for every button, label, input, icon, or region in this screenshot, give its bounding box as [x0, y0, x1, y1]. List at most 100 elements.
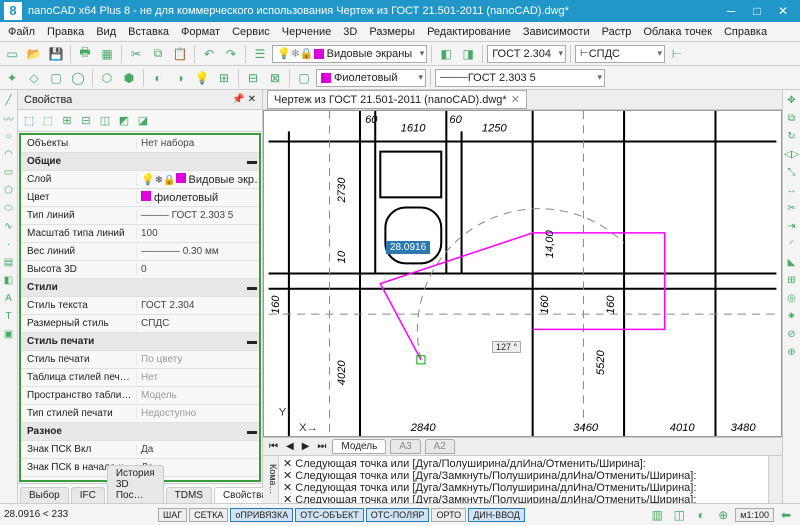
lt-poly-icon[interactable]: ⬠ [1, 182, 17, 198]
prop-lscale-val[interactable]: 100 [136, 228, 259, 239]
prop-lweight-val[interactable]: ––––––– 0.30 мм [136, 246, 259, 257]
sec-styles[interactable]: Стили [21, 282, 245, 293]
copy-icon[interactable]: ⧉ [148, 44, 168, 64]
prop-ucs1-val[interactable]: Да [136, 444, 259, 455]
prop-ptable-val[interactable]: Нет [136, 372, 259, 383]
print-icon[interactable]: 🖶 [75, 44, 95, 64]
lt-spline-icon[interactable]: ∿ [1, 218, 17, 234]
t2-i-icon[interactable]: 💡 [192, 68, 212, 88]
status-i4-icon[interactable]: ⊕ [713, 505, 733, 525]
rt-join-icon[interactable]: ⊕ [784, 344, 800, 360]
paste-icon[interactable]: 📋 [170, 44, 190, 64]
lt-text-icon[interactable]: A [1, 290, 17, 306]
t2-a-icon[interactable]: ✦ [2, 68, 22, 88]
collapse-icon[interactable]: ▬ [245, 156, 259, 167]
tool-b-icon[interactable]: ◨ [458, 44, 478, 64]
menu-dimensions[interactable]: Размеры [363, 24, 421, 40]
sec-general[interactable]: Общие [21, 156, 245, 167]
color-swatch-icon[interactable]: ▢ [294, 68, 314, 88]
document-tab[interactable]: Чертеж из ГОСТ 21.501-2011 (nanoCAD).dwg… [267, 90, 527, 109]
lt-region-icon[interactable]: ◧ [1, 272, 17, 288]
pi-1-icon[interactable]: ⬚ [20, 112, 38, 130]
menu-format[interactable]: Формат [175, 24, 226, 40]
rt-stretch-icon[interactable]: ↔ [784, 182, 800, 198]
t2-d-icon[interactable]: ◯ [68, 68, 88, 88]
dim-icon[interactable]: ⊢ [667, 44, 687, 64]
t2-f-icon[interactable]: ⬢ [119, 68, 139, 88]
prop-ltype-val[interactable]: ––––– ГОСТ 2.303 5 [136, 210, 259, 221]
save-icon[interactable]: 💾 [46, 44, 66, 64]
lt-circle-icon[interactable]: ○ [1, 128, 17, 144]
osnap-button[interactable]: оПРИВЯЗКА [230, 508, 293, 522]
rt-trim-icon[interactable]: ✂ [784, 200, 800, 216]
redo-icon[interactable]: ↷ [221, 44, 241, 64]
lt-pline-icon[interactable]: 〰 [1, 110, 17, 126]
rt-move-icon[interactable]: ✥ [784, 92, 800, 108]
tool-a-icon[interactable]: ◧ [436, 44, 456, 64]
rt-extend-icon[interactable]: ⇥ [784, 218, 800, 234]
menu-edit[interactable]: Правка [41, 24, 90, 40]
prop-dstyle-val[interactable]: СПДС [136, 318, 259, 329]
minimize-button[interactable]: ─ [718, 2, 744, 20]
close-button[interactable]: ✕ [770, 2, 796, 20]
menu-view[interactable]: Вид [90, 24, 122, 40]
undo-icon[interactable]: ↶ [199, 44, 219, 64]
t2-c-icon[interactable]: ▢ [46, 68, 66, 88]
lt-point-icon[interactable]: · [1, 236, 17, 252]
pi-3-icon[interactable]: ⊞ [58, 112, 76, 130]
rt-offset-icon[interactable]: ◎ [784, 290, 800, 306]
snap-grid-button[interactable]: СЕТКА [189, 508, 228, 522]
menu-raster[interactable]: Растр [596, 24, 638, 40]
layer-icon[interactable]: ☰ [250, 44, 270, 64]
rt-explode-icon[interactable]: ✷ [784, 308, 800, 324]
close-tab-icon[interactable]: ✕ [511, 93, 520, 106]
pi-5-icon[interactable]: ◫ [96, 112, 114, 130]
t2-e-icon[interactable]: ⬡ [97, 68, 117, 88]
lt-rect-icon[interactable]: ▭ [1, 164, 17, 180]
status-i5-icon[interactable]: ⬅ [776, 505, 796, 525]
status-i1-icon[interactable]: ▥ [647, 505, 667, 525]
collapse-icon[interactable]: ▬ [245, 282, 259, 293]
dimstyle-combo[interactable]: ⊢СПДС [575, 45, 665, 63]
lt-block-icon[interactable]: ▣ [1, 326, 17, 342]
lt-arc-icon[interactable]: ◠ [1, 146, 17, 162]
otrack-polar-button[interactable]: ОТС-ПОЛЯР [366, 508, 430, 522]
prop-ptype-val[interactable]: Недоступно [136, 408, 259, 419]
a2-tab[interactable]: А2 [425, 439, 455, 454]
otrack-obj-button[interactable]: ОТС-ОБЪЕКТ [295, 508, 363, 522]
cut-icon[interactable]: ✂ [126, 44, 146, 64]
pi-4-icon[interactable]: ⊟ [77, 112, 95, 130]
lt-ellipse-icon[interactable]: ⬭ [1, 200, 17, 216]
t2-g-icon[interactable]: ◐ [148, 68, 168, 88]
model-tab[interactable]: Модель [332, 439, 386, 454]
menu-help[interactable]: Справка [718, 24, 773, 40]
menu-3d[interactable]: 3D [337, 24, 363, 40]
collapse-icon[interactable]: ▬ [245, 336, 259, 347]
prop-color-val[interactable]: фиолетовый [136, 191, 259, 204]
rt-break-icon[interactable]: ⊘ [784, 326, 800, 342]
plot-icon[interactable]: ▦ [97, 44, 117, 64]
command-scrollbar[interactable] [768, 456, 782, 503]
command-log[interactable]: ✕ Следующая точка или [Дуга/Полуширина/д… [279, 456, 768, 503]
menu-insert[interactable]: Вставка [122, 24, 175, 40]
menu-service[interactable]: Сервис [226, 24, 276, 40]
t2-k-icon[interactable]: ⊟ [243, 68, 263, 88]
prop-pspace-val[interactable]: Модель [136, 390, 259, 401]
prop-objects-val[interactable]: Нет набора [136, 138, 259, 149]
linetype-combo[interactable]: ––––– ГОСТ 2.303 5 [435, 69, 605, 87]
t2-b-icon[interactable]: ◇ [24, 68, 44, 88]
collapse-icon[interactable]: ▬ [245, 426, 259, 437]
scale-button[interactable]: м1:100 [735, 508, 774, 522]
t2-l-icon[interactable]: ⊠ [265, 68, 285, 88]
prop-layer-val[interactable]: 💡❄🔒Видовые экр… [136, 173, 259, 186]
a3-tab[interactable]: А3 [390, 439, 420, 454]
new-icon[interactable]: ▭ [2, 44, 22, 64]
maximize-button[interactable]: □ [744, 2, 770, 20]
rt-rotate-icon[interactable]: ↻ [784, 128, 800, 144]
pi-7-icon[interactable]: ◪ [134, 112, 152, 130]
rt-chamfer-icon[interactable]: ◣ [784, 254, 800, 270]
snap-step-button[interactable]: ШАГ [158, 508, 187, 522]
lt-mtext-icon[interactable]: T [1, 308, 17, 324]
t2-j-icon[interactable]: ⊞ [214, 68, 234, 88]
pin-icon[interactable]: 📌 ✕ [232, 94, 256, 105]
